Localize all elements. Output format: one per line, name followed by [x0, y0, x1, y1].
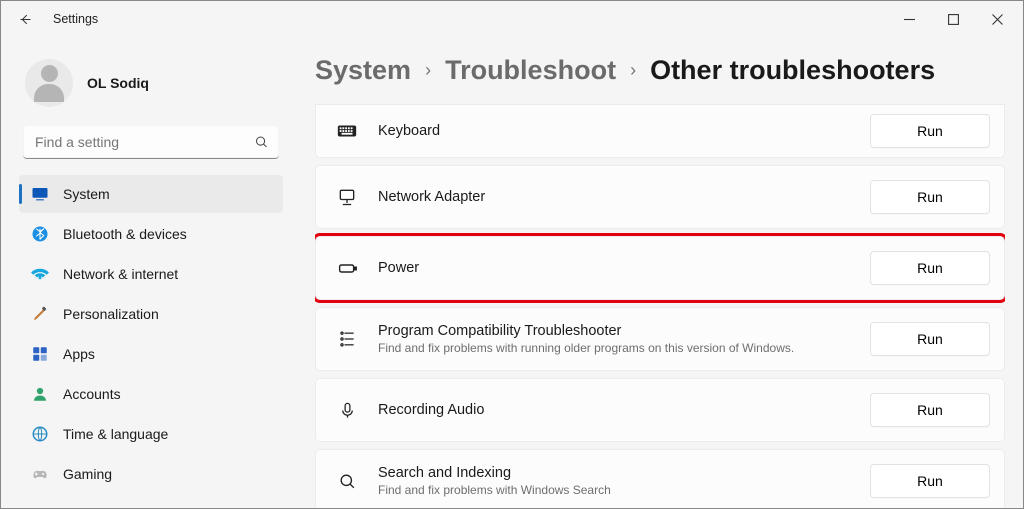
- user-name: OL Sodiq: [87, 75, 149, 91]
- arrow-left-icon: [18, 12, 33, 27]
- sidebar-item-label: Gaming: [63, 466, 112, 482]
- sidebar-item-label: Bluetooth & devices: [63, 226, 187, 242]
- sidebar-item-label: Accounts: [63, 386, 121, 402]
- row-subtitle: Find and fix problems with Windows Searc…: [378, 483, 850, 497]
- search-indexing-icon: [336, 470, 358, 492]
- sidebar: OL Sodiq System Bluetooth & devices: [1, 37, 291, 508]
- wifi-icon: [31, 265, 49, 283]
- sidebar-item-personalization[interactable]: Personalization: [19, 295, 283, 333]
- chevron-right-icon: ›: [425, 60, 431, 81]
- row-subtitle: Find and fix problems with running older…: [378, 341, 850, 355]
- system-icon: [31, 185, 49, 203]
- sidebar-item-time[interactable]: Time & language: [19, 415, 283, 453]
- breadcrumb-current: Other troubleshooters: [650, 55, 935, 86]
- row-title: Keyboard: [378, 123, 850, 139]
- search-input[interactable]: [23, 125, 279, 159]
- breadcrumb-system[interactable]: System: [315, 55, 411, 86]
- back-button[interactable]: [11, 5, 39, 33]
- run-button[interactable]: Run: [870, 393, 990, 427]
- troubleshooter-row-search-indexing[interactable]: Search and Indexing Find and fix problem…: [315, 449, 1005, 508]
- minimize-icon: [904, 14, 915, 25]
- avatar: [25, 59, 73, 107]
- breadcrumb: System › Troubleshoot › Other troublesho…: [315, 55, 1005, 86]
- paintbrush-icon: [31, 305, 49, 323]
- row-title: Power: [378, 260, 850, 276]
- row-title: Program Compatibility Troubleshooter: [378, 323, 850, 339]
- run-button[interactable]: Run: [870, 322, 990, 356]
- troubleshooter-row-network-adapter[interactable]: Network Adapter Run: [315, 165, 1005, 229]
- search-box[interactable]: [23, 125, 279, 159]
- chevron-right-icon: ›: [630, 60, 636, 81]
- sidebar-item-gaming[interactable]: Gaming: [19, 455, 283, 493]
- sidebar-item-label: Time & language: [63, 426, 168, 442]
- battery-icon: [336, 257, 358, 279]
- main-content: System › Troubleshoot › Other troublesho…: [291, 37, 1023, 508]
- maximize-button[interactable]: [931, 4, 975, 34]
- bluetooth-icon: [31, 225, 49, 243]
- sidebar-item-accounts[interactable]: Accounts: [19, 375, 283, 413]
- troubleshooter-list: Keyboard Run Network Adapter Run Power: [315, 104, 1005, 508]
- troubleshooter-row-recording-audio[interactable]: Recording Audio Run: [315, 378, 1005, 442]
- sidebar-item-apps[interactable]: Apps: [19, 335, 283, 373]
- sidebar-item-system[interactable]: System: [19, 175, 283, 213]
- nav-list: System Bluetooth & devices Network & int…: [19, 175, 283, 493]
- row-title: Recording Audio: [378, 402, 850, 418]
- user-profile[interactable]: OL Sodiq: [19, 49, 283, 125]
- accounts-icon: [31, 385, 49, 403]
- apps-icon: [31, 345, 49, 363]
- sidebar-item-label: Personalization: [63, 306, 159, 322]
- close-button[interactable]: [975, 4, 1019, 34]
- row-title: Network Adapter: [378, 189, 850, 205]
- row-title: Search and Indexing: [378, 465, 850, 481]
- run-button[interactable]: Run: [870, 180, 990, 214]
- gaming-icon: [31, 465, 49, 483]
- run-button[interactable]: Run: [870, 251, 990, 285]
- close-icon: [992, 14, 1003, 25]
- sidebar-item-bluetooth[interactable]: Bluetooth & devices: [19, 215, 283, 253]
- troubleshooter-row-program-compatibility[interactable]: Program Compatibility Troubleshooter Fin…: [315, 307, 1005, 371]
- sidebar-item-label: Network & internet: [63, 266, 178, 282]
- sidebar-item-network[interactable]: Network & internet: [19, 255, 283, 293]
- run-button[interactable]: Run: [870, 114, 990, 148]
- sidebar-item-label: System: [63, 186, 110, 202]
- minimize-button[interactable]: [887, 4, 931, 34]
- network-adapter-icon: [336, 186, 358, 208]
- run-button[interactable]: Run: [870, 464, 990, 498]
- globe-clock-icon: [31, 425, 49, 443]
- keyboard-icon: [336, 120, 358, 142]
- program-icon: [336, 328, 358, 350]
- window-title: Settings: [53, 12, 98, 26]
- search-icon: [254, 135, 269, 150]
- titlebar: Settings: [1, 1, 1023, 37]
- sidebar-item-label: Apps: [63, 346, 95, 362]
- troubleshooter-row-power[interactable]: Power Run: [315, 236, 1005, 300]
- microphone-icon: [336, 399, 358, 421]
- breadcrumb-troubleshoot[interactable]: Troubleshoot: [445, 55, 616, 86]
- maximize-icon: [948, 14, 959, 25]
- troubleshooter-row-keyboard[interactable]: Keyboard Run: [315, 104, 1005, 158]
